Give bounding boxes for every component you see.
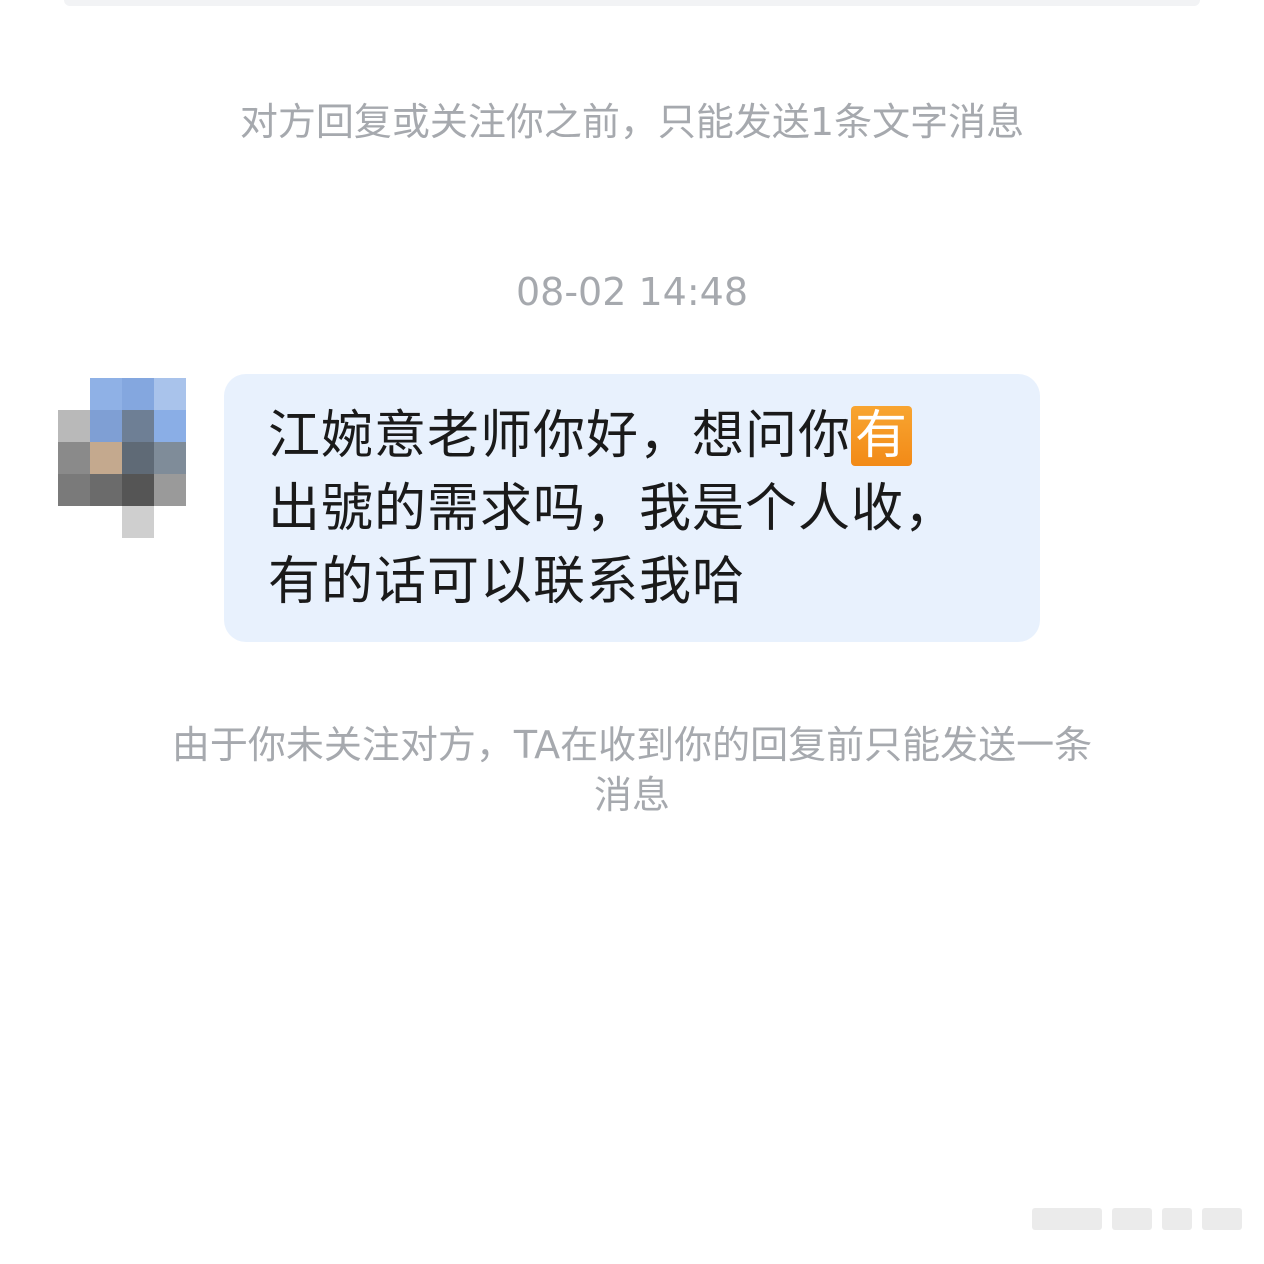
top-divider [64, 0, 1200, 6]
message-line-1-text: 江婉意老师你好，想问你 [268, 406, 852, 466]
sender-avatar[interactable] [58, 378, 218, 538]
highlighted-char: 有 [851, 406, 913, 466]
system-notice-top: 对方回复或关注你之前，只能发送1条文字消息 [239, 100, 1025, 144]
message-bubble[interactable]: 江婉意老师你好，想问你有 出號的需求吗，我是个人收， 有的话可以联系我哈 [224, 374, 1040, 642]
system-notice-bottom-line-2: 消息 [593, 773, 670, 817]
message-timestamp: 08-02 14:48 [515, 270, 748, 314]
message-line-2: 出號的需求吗，我是个人收， [268, 479, 958, 539]
watermark-logo [1032, 1202, 1242, 1236]
message-line-1: 江婉意老师你好，想问你有 [268, 400, 1010, 473]
message-line-3: 有的话可以联系我哈 [268, 552, 746, 612]
system-notice-bottom-line-1: 由于你未关注对方，TA在收到你的回复前只能发送一条 [171, 723, 1093, 767]
system-notice-bottom: 由于你未关注对方，TA在收到你的回复前只能发送一条 消息 [100, 720, 1164, 820]
